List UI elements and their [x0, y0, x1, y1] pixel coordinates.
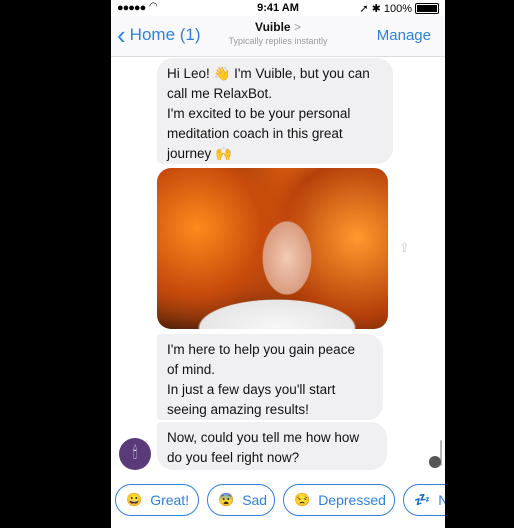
- seen-indicator-avatar: [429, 456, 441, 468]
- quick-reply-depressed[interactable]: 😒 Depressed: [283, 484, 395, 516]
- gif-image-meditating-man-fire[interactable]: [157, 168, 388, 329]
- grinning-face-icon: 😀: [126, 492, 143, 507]
- nav-bar: ‹ Home (1) Vuible > Typically replies in…: [111, 16, 445, 57]
- message-bubble: Now, could you tell me how how do you fe…: [157, 422, 387, 470]
- battery-percent: 100%: [383, 2, 412, 15]
- fearful-face-icon: 😨: [218, 492, 235, 507]
- quick-reply-partial[interactable]: 💤 N: [403, 484, 445, 516]
- messenger-screen: ●●●●● ◠ 9:41 AM ➚ ✱ 100% ‹ Home (1) Vuib…: [111, 0, 445, 528]
- bluetooth-icon: ✱: [371, 3, 381, 15]
- message-bubble: Hi Leo! 👋 I'm Vuible, but you can call m…: [157, 58, 393, 164]
- unamused-face-icon: 😒: [294, 492, 311, 507]
- quick-reply-great[interactable]: 😀 Great!: [115, 484, 199, 516]
- status-bar: ●●●●● ◠ 9:41 AM ➚ ✱ 100%: [111, 0, 445, 16]
- share-icon[interactable]: ⇪: [399, 240, 413, 255]
- location-icon: ➚: [359, 3, 369, 15]
- manage-button[interactable]: Manage: [377, 27, 431, 44]
- battery-icon: [415, 3, 439, 14]
- message-bubble: I'm here to help you gain peace of mind.…: [157, 334, 383, 420]
- quick-replies: 😀 Great! 😨 Sad 😒 Depressed 💤 N: [111, 484, 445, 518]
- bottom-edge: [111, 518, 445, 528]
- quick-reply-sad[interactable]: 😨 Sad: [207, 484, 275, 516]
- sleeping-icon: 💤: [414, 492, 431, 507]
- bot-avatar[interactable]: 🕯: [119, 438, 151, 470]
